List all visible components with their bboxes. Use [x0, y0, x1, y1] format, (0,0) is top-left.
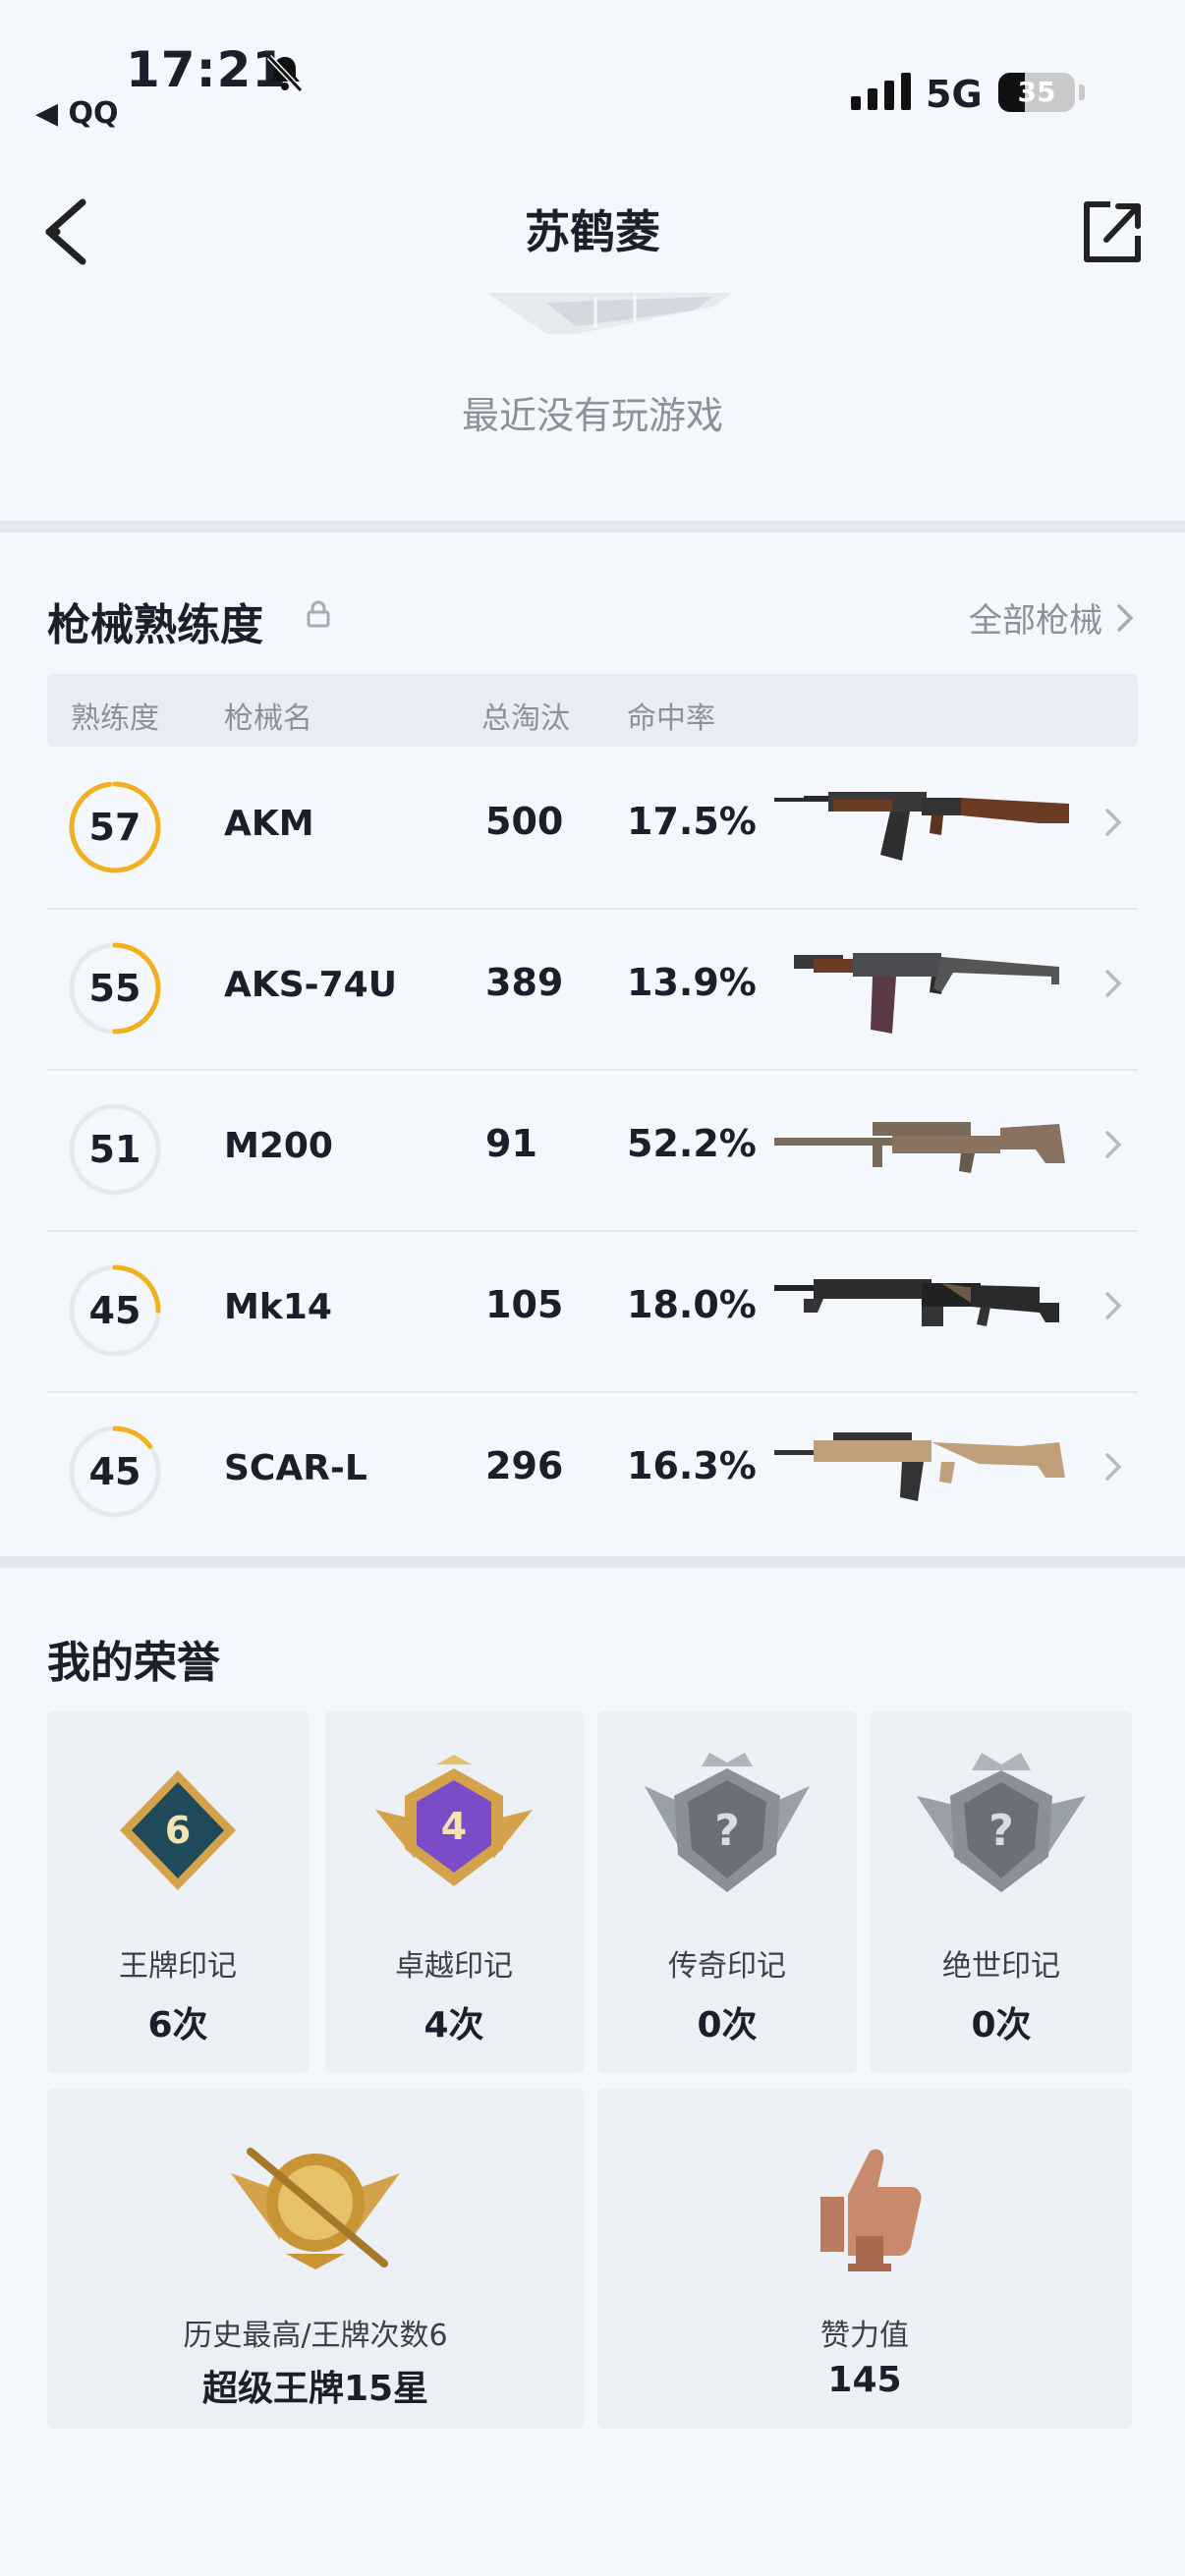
section-divider	[0, 521, 1185, 532]
weapons-section-title: 枪械熟练度	[47, 600, 263, 650]
badge-mark: ?	[714, 1806, 740, 1856]
header-weapon-name: 枪械名	[224, 701, 312, 736]
badge-mark: ?	[988, 1806, 1014, 1856]
weapon-name: SCAR-L	[224, 1448, 367, 1488]
thumbs-up-icon	[820, 2149, 922, 2271]
rank-value: 超级王牌15星	[201, 2369, 429, 2409]
weapon-name: Mk14	[224, 1287, 332, 1327]
chevron-right-icon	[1105, 1131, 1122, 1158]
likes-value: 145	[827, 2360, 902, 2400]
honor-card-legend[interactable]: ? 传奇印记 0次	[597, 1711, 857, 2073]
likes-card[interactable]: 赞力值 145	[597, 2089, 1132, 2429]
back-to-qq-link[interactable]: ◀ QQ	[35, 96, 119, 131]
all-weapons-label: 全部枪械	[969, 601, 1102, 641]
weapon-accuracy: 17.5%	[627, 800, 757, 843]
weapon-kills: 500	[485, 800, 564, 843]
proficiency-level: 57	[88, 806, 141, 849]
aks74u-rifle-image	[794, 953, 1059, 1034]
weapon-row-aks74u[interactable]: 55 AKS-74U 389 13.9%	[47, 908, 1138, 1071]
signal-icon	[851, 73, 911, 110]
weapon-kills: 91	[485, 1122, 537, 1165]
rank-label: 历史最高/王牌次数6	[183, 2319, 448, 2353]
weapons-table-header: 熟练度 枪械名 总淘汰 命中率	[47, 674, 1138, 747]
chevron-right-icon	[1117, 603, 1134, 632]
chevron-right-icon	[1105, 1292, 1122, 1319]
share-icon[interactable]	[1081, 196, 1146, 265]
empty-state-illustration	[487, 293, 733, 334]
badge-number: 4	[441, 1805, 467, 1848]
weapon-row-m200[interactable]: 51 M200 91 52.2%	[47, 1069, 1138, 1232]
mk14-rifle-image	[774, 1279, 1059, 1326]
bell-muted-icon	[266, 54, 304, 93]
honor-label: 绝世印记	[942, 1949, 1060, 1984]
honors-section-title: 我的荣誉	[47, 1638, 220, 1688]
likes-label: 赞力值	[820, 2319, 909, 2353]
proficiency-level: 51	[88, 1128, 141, 1171]
scarl-rifle-image	[774, 1432, 1065, 1501]
badge-number: 6	[165, 1809, 191, 1852]
proficiency-level: 45	[88, 1289, 141, 1332]
chevron-right-icon	[1105, 970, 1122, 997]
chevron-right-icon	[1105, 1453, 1122, 1481]
weapon-row-akm[interactable]: 57 AKM 500 17.5%	[47, 747, 1138, 910]
honor-label: 传奇印记	[668, 1949, 786, 1984]
no-recent-games-text: 最近没有玩游戏	[461, 394, 723, 437]
network-type: 5G	[926, 73, 983, 116]
header-total-kills: 总淘汰	[481, 701, 570, 736]
honor-value: 6次	[147, 2005, 208, 2045]
honor-value: 0次	[697, 2005, 758, 2045]
proficiency-level: 45	[88, 1450, 141, 1493]
highest-rank-card[interactable]: 历史最高/王牌次数6 超级王牌15星	[47, 2089, 584, 2429]
weapon-accuracy: 18.0%	[627, 1283, 757, 1326]
header-accuracy: 命中率	[627, 701, 715, 736]
honor-label: 卓越印记	[395, 1949, 513, 1984]
honor-card-ace[interactable]: 6 王牌印记 6次	[47, 1711, 309, 2073]
weapon-accuracy: 13.9%	[627, 961, 757, 1004]
akm-rifle-image	[774, 792, 1069, 861]
honor-value: 4次	[423, 2005, 484, 2045]
weapon-row-scarl[interactable]: 45 SCAR-L 296 16.3%	[47, 1391, 1138, 1552]
lock-icon[interactable]	[305, 599, 332, 629]
excellence-mark-badge-icon: 4	[375, 1755, 533, 1886]
legend-mark-badge-icon: ?	[645, 1753, 810, 1892]
weapon-kills: 296	[485, 1444, 564, 1487]
chevron-right-icon	[1105, 809, 1122, 836]
honor-card-excellence[interactable]: 4 卓越印记 4次	[324, 1711, 584, 2073]
battery-cap	[1079, 84, 1085, 100]
page-title: 苏鹤菱	[525, 205, 660, 258]
weapon-name: AKS-74U	[224, 965, 397, 1005]
peerless-mark-badge-icon: ?	[917, 1753, 1086, 1892]
weapon-accuracy: 16.3%	[627, 1444, 757, 1487]
battery-icon: 35	[998, 73, 1075, 112]
header-proficiency: 熟练度	[71, 701, 159, 736]
weapon-name: AKM	[224, 804, 314, 844]
rank-badge-icon	[231, 2148, 400, 2269]
weapon-name: M200	[224, 1126, 333, 1166]
honor-value: 0次	[971, 2005, 1032, 2045]
weapon-row-mk14[interactable]: 45 Mk14 105 18.0%	[47, 1230, 1138, 1393]
honor-label: 王牌印记	[119, 1949, 237, 1984]
battery-level: 35	[1017, 76, 1056, 108]
all-weapons-link[interactable]: 全部枪械	[969, 593, 1134, 642]
weapon-kills: 389	[485, 961, 564, 1004]
honor-card-peerless[interactable]: ? 绝世印记 0次	[871, 1711, 1132, 2073]
weapon-accuracy: 52.2%	[627, 1122, 757, 1165]
ace-mark-badge-icon: 6	[120, 1770, 236, 1890]
proficiency-level: 55	[88, 967, 141, 1010]
weapon-kills: 105	[485, 1283, 564, 1326]
status-bar: 17:21 ◀ QQ 5G 35	[0, 0, 1185, 147]
section-divider	[0, 1556, 1185, 1568]
m200-sniper-image	[774, 1122, 1065, 1173]
